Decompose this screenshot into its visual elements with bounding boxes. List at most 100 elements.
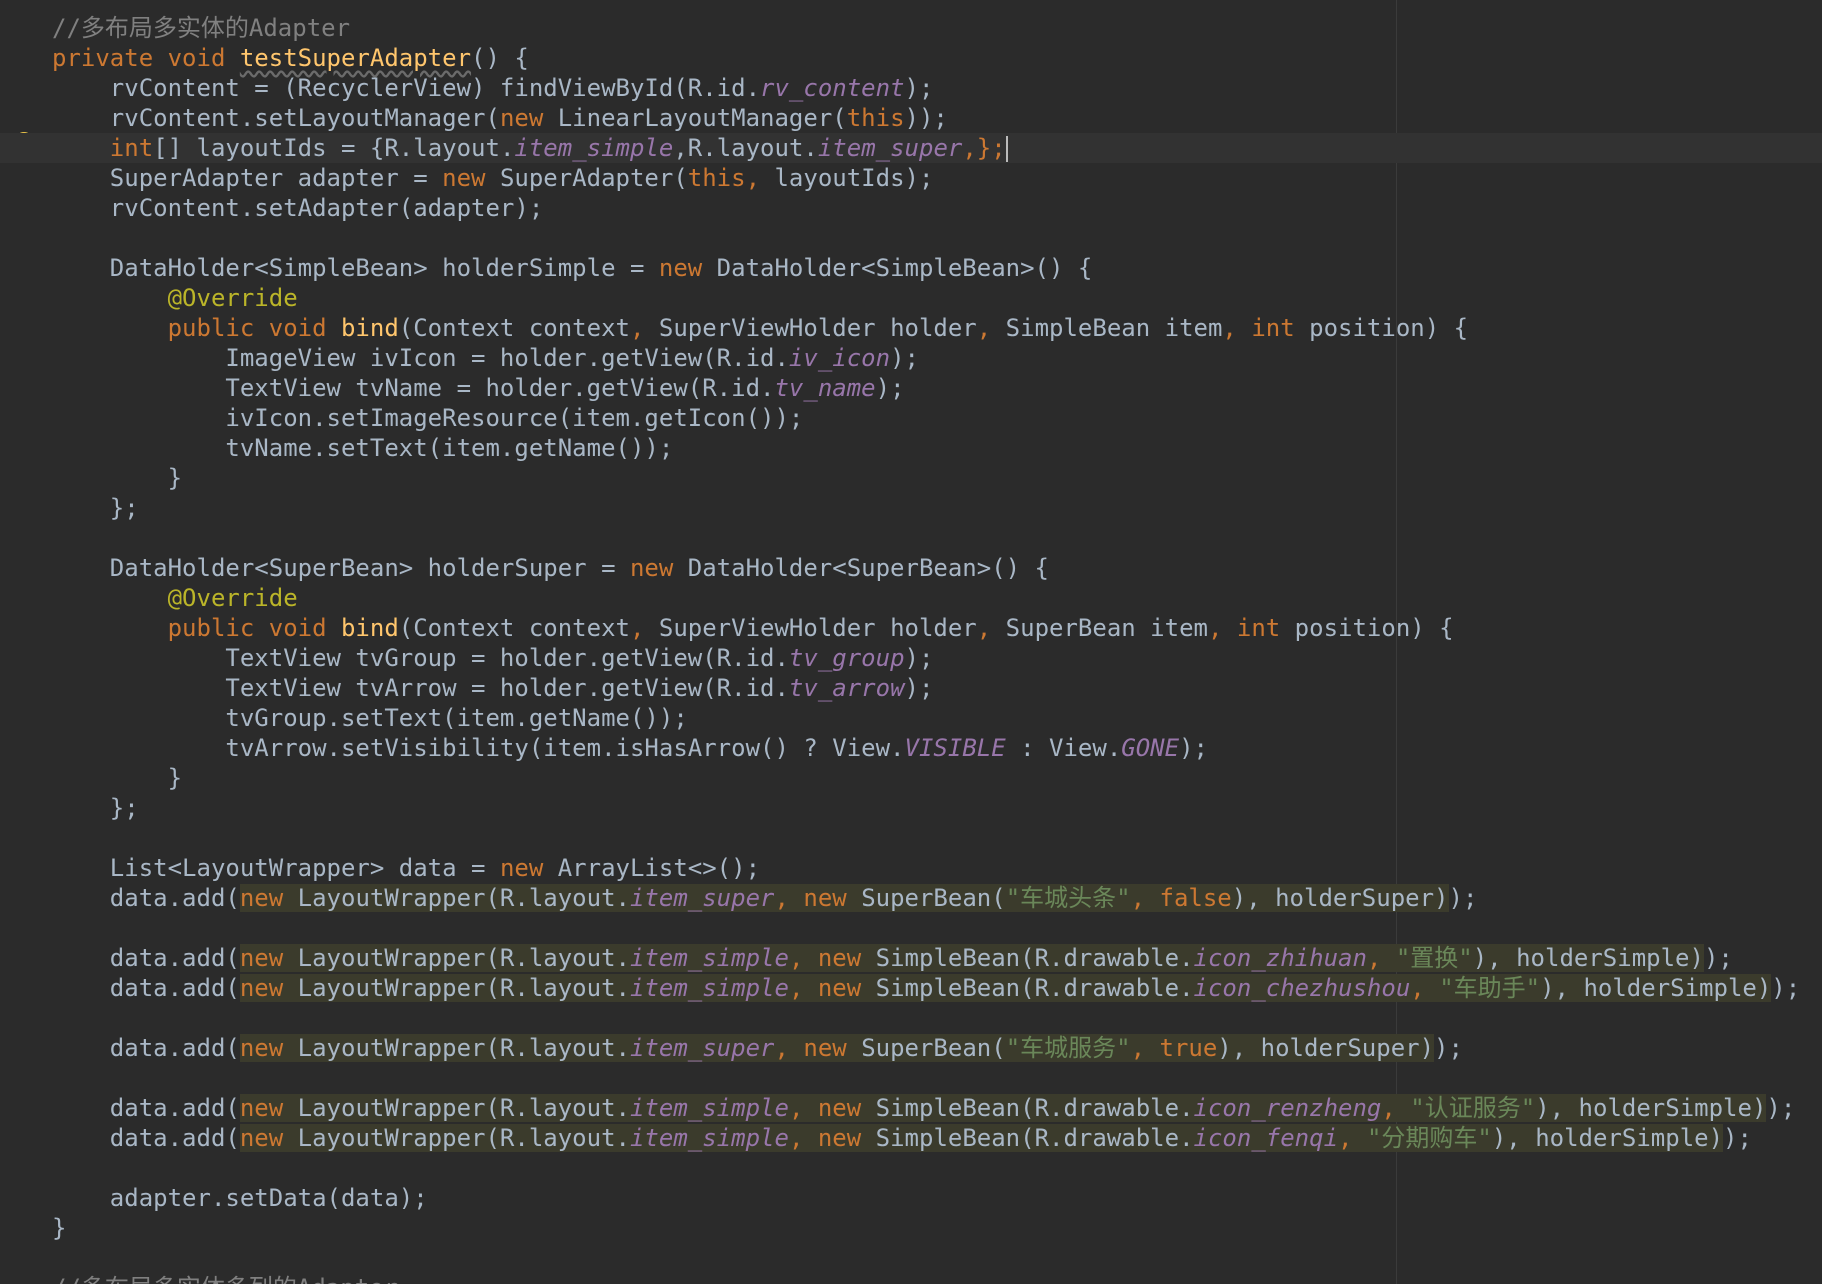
code-line[interactable]: List<LayoutWrapper> data = new ArrayList…	[52, 853, 1822, 883]
code-line[interactable]: ImageView ivIcon = holder.getView(R.id.i…	[52, 343, 1822, 373]
code-line[interactable]: //多布局多实体的Adapter	[52, 13, 1822, 43]
code-line[interactable]	[52, 523, 1822, 553]
code-line[interactable]	[52, 823, 1822, 853]
code-token: item_simple	[514, 134, 674, 162]
code-line[interactable]	[52, 1243, 1822, 1273]
code-token: tv_group	[788, 644, 905, 672]
code-line[interactable]: private void testSuperAdapter() {	[52, 43, 1822, 73]
code-line[interactable]	[52, 1063, 1822, 1093]
code-token: ,	[1338, 1124, 1367, 1152]
code-token: ,	[1410, 974, 1440, 1002]
code-line[interactable]: };	[52, 493, 1822, 523]
code-token: ),	[1535, 1094, 1579, 1122]
code-token: TextView tvGroup = holder.getView(R.id.	[52, 644, 789, 672]
code-line[interactable]: };	[52, 793, 1822, 823]
code-token: iv_icon	[788, 344, 891, 372]
code-line[interactable]	[52, 913, 1822, 943]
code-line[interactable]: SuperAdapter adapter = new SuperAdapter(…	[52, 163, 1822, 193]
code-token: ,	[745, 164, 775, 192]
code-token: rvContent = (RecyclerView) findViewById(…	[52, 74, 761, 102]
code-token: new	[239, 1034, 298, 1062]
code-line[interactable]: tvName.setText(item.getName());	[52, 433, 1822, 463]
code-token: );	[904, 674, 934, 702]
code-line[interactable]: adapter.setData(data);	[52, 1183, 1822, 1213]
code-line[interactable]	[52, 1153, 1822, 1183]
code-token: () {	[471, 44, 529, 72]
code-token: , new	[774, 884, 862, 912]
code-line[interactable]: tvArrow.setVisibility(item.isHasArrow() …	[52, 733, 1822, 763]
code-token: data.add(	[52, 1124, 240, 1152]
code-line[interactable]: }	[52, 463, 1822, 493]
code-line[interactable]: data.add(new LayoutWrapper(R.layout.item…	[52, 973, 1822, 1003]
code-token: icon_renzheng	[1193, 1094, 1382, 1122]
code-token: LayoutWrapper(R.layout.	[297, 1094, 630, 1122]
code-token: , int	[1207, 614, 1295, 642]
code-token: SuperBean(	[861, 884, 1006, 912]
code-line[interactable]: @Override	[52, 283, 1822, 313]
code-token: rvContent.setLayoutManager(	[52, 104, 500, 132]
code-line[interactable]: rvContent = (RecyclerView) findViewById(…	[52, 73, 1822, 103]
code-line[interactable]: int[] layoutIds = {R.layout.item_simple,…	[0, 133, 1822, 163]
code-token: );	[1448, 884, 1478, 912]
code-token: rvContent.setAdapter(adapter);	[52, 194, 544, 222]
code-token: (Context context	[398, 614, 630, 642]
code-line[interactable]: ivIcon.setImageResource(item.getIcon());	[52, 403, 1822, 433]
code-line[interactable]: @Override	[52, 583, 1822, 613]
editor-gutter	[0, 0, 44, 1284]
code-token: ),	[1540, 974, 1584, 1002]
code-line[interactable]: rvContent.setAdapter(adapter);	[52, 193, 1822, 223]
code-line[interactable]: }	[52, 1213, 1822, 1243]
code-line[interactable]: }	[52, 763, 1822, 793]
code-token: this	[846, 104, 905, 132]
code-line[interactable]: data.add(new LayoutWrapper(R.layout.item…	[52, 1033, 1822, 1063]
code-token: : View.	[1005, 734, 1122, 762]
code-token: bind	[340, 314, 399, 342]
code-line[interactable]: DataHolder<SimpleBean> holderSimple = ne…	[52, 253, 1822, 283]
code-line[interactable]: TextView tvArrow = holder.getView(R.id.t…	[52, 673, 1822, 703]
code-token: item_super	[629, 1034, 775, 1062]
code-token: LinearLayoutManager(	[557, 104, 847, 132]
code-token: new	[239, 1094, 298, 1122]
code-token: new	[239, 1124, 298, 1152]
code-token: SuperAdapter adapter =	[52, 164, 443, 192]
code-token: , new	[788, 1094, 876, 1122]
code-token: ArrayList<>();	[557, 854, 761, 882]
code-token: new	[239, 944, 298, 972]
code-token: holderSimple)	[1535, 1124, 1724, 1152]
code-line[interactable]	[52, 223, 1822, 253]
code-line[interactable]: public void bind(Context context, SuperV…	[52, 313, 1822, 343]
code-token: //多布局多实体多列的Adapter	[52, 1274, 398, 1284]
code-line[interactable]: data.add(new LayoutWrapper(R.layout.item…	[52, 1123, 1822, 1153]
code-token: tvArrow.setVisibility(item.isHasArrow() …	[52, 734, 905, 762]
code-token: new	[442, 164, 500, 192]
code-line[interactable]: data.add(new LayoutWrapper(R.layout.item…	[52, 883, 1822, 913]
code-token: DataHolder<SuperBean>() {	[687, 554, 1049, 582]
code-token: }	[52, 764, 183, 792]
code-line[interactable]: data.add(new LayoutWrapper(R.layout.item…	[52, 943, 1822, 973]
code-line[interactable]: rvContent.setLayoutManager(new LinearLay…	[52, 103, 1822, 133]
code-token: position) {	[1309, 314, 1469, 342]
code-token: };	[52, 794, 139, 822]
code-area[interactable]: //多布局多实体的Adapter private void testSuperAd…	[0, 13, 1822, 1284]
code-token: holderSuper)	[1275, 884, 1449, 912]
code-line[interactable]: TextView tvName = holder.getView(R.id.tv…	[52, 373, 1822, 403]
code-token: tv_arrow	[788, 674, 905, 702]
code-line[interactable]: DataHolder<SuperBean> holderSuper = new …	[52, 553, 1822, 583]
code-token: "车城头条"	[1005, 884, 1131, 912]
code-token: , new	[788, 1124, 876, 1152]
code-line[interactable]: TextView tvGroup = holder.getView(R.id.t…	[52, 643, 1822, 673]
code-token: (Context context	[398, 314, 630, 342]
code-editor[interactable]: //多布局多实体的Adapter private void testSuperAd…	[0, 0, 1822, 1284]
code-token: , new	[788, 974, 876, 1002]
code-line[interactable]	[52, 1003, 1822, 1033]
code-token: SuperViewHolder holder	[658, 614, 977, 642]
code-line[interactable]: public void bind(Context context, SuperV…	[52, 613, 1822, 643]
code-line[interactable]: data.add(new LayoutWrapper(R.layout.item…	[52, 1093, 1822, 1123]
code-line[interactable]: tvGroup.setText(item.getName());	[52, 703, 1822, 733]
code-line[interactable]: //多布局多实体多列的Adapter	[52, 1273, 1822, 1284]
code-token: ),	[1231, 884, 1276, 912]
code-token: bind	[340, 614, 399, 642]
